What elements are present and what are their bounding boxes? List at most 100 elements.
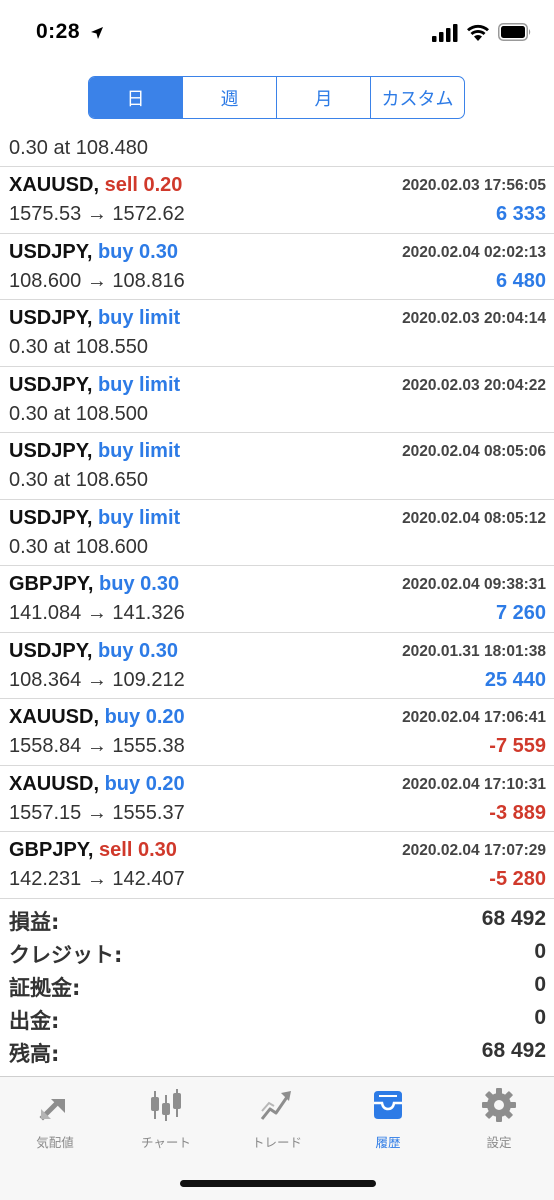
order-profit: 6 480	[495, 269, 546, 292]
list-item[interactable]: XAUUSD, sell 0.20 2020.02.03 17:56:05 1575…	[0, 167, 554, 234]
summary-value: 68 492	[481, 907, 546, 930]
tab-label: 履歴	[375, 1135, 401, 1150]
battery-icon	[498, 23, 531, 41]
list-item[interactable]: USDJPY, buy limit 2020.02.04 08:05:12 0.30…	[0, 500, 554, 566]
settings-icon	[482, 1088, 516, 1122]
order-title: GBPJPY, buy 0.30	[9, 573, 179, 596]
segment-day[interactable]: 日	[89, 77, 183, 118]
order-title: USDJPY, buy 0.30	[9, 241, 178, 264]
history-icon	[374, 1091, 402, 1119]
tab-label: チャート	[141, 1135, 191, 1150]
order-time: 2020.02.04 08:05:06	[402, 443, 546, 460]
tab-trade[interactable]: トレード	[222, 1077, 332, 1157]
summary-label: 損益:	[9, 910, 60, 934]
order-symbol: XAUUSD,	[9, 174, 100, 196]
list-item[interactable]: XAUUSD, buy 0.20 2020.02.04 17:06:41 1558.…	[0, 699, 554, 766]
status-bar: 0:28	[0, 0, 554, 66]
list-item[interactable]: USDJPY, buy limit 2020.02.03 20:04:22 0.30…	[0, 367, 554, 433]
order-title: USDJPY, buy 0.30	[9, 640, 178, 663]
summary-value: 68 492	[481, 1039, 546, 1062]
list-item[interactable]: XAUUSD, buy 0.20 2020.02.04 17:10:31 1557.…	[0, 766, 554, 832]
order-title: USDJPY, buy limit	[9, 374, 180, 397]
summary-value: 0	[534, 973, 546, 996]
order-symbol: USDJPY,	[9, 373, 93, 396]
order-symbol: USDJPY,	[9, 639, 93, 662]
summary-label: 出金:	[9, 1009, 60, 1033]
order-title: XAUUSD, buy 0.20	[9, 773, 185, 796]
period-segmented-control: 日 週 月 カスタム	[88, 76, 465, 119]
order-time: 2020.02.04 02:02:13	[402, 243, 546, 261]
tab-chart[interactable]: チャート	[111, 1077, 221, 1157]
order-detail: 108.364 → 109.212	[9, 668, 185, 691]
summary-row: 損益: 68 492	[0, 902, 554, 935]
order-profit: -3 889	[489, 801, 546, 824]
order-detail: 141.084 → 141.326	[9, 602, 185, 624]
chart-icon	[151, 1089, 181, 1121]
order-symbol: USDJPY,	[9, 440, 93, 462]
home-indicator	[180, 1180, 376, 1187]
cellular-signal-icon	[432, 24, 458, 42]
order-side: buy 0.30	[97, 639, 178, 662]
wifi-icon	[467, 24, 489, 41]
quotes-icon	[39, 1099, 65, 1121]
segment-custom[interactable]: カスタム	[371, 77, 464, 118]
order-detail: 1557.15 → 1555.37	[9, 801, 185, 824]
list-item[interactable]: GBPJPY, sell 0.30 2020.02.04 17:07:29 142.…	[0, 832, 554, 899]
order-symbol: XAUUSD,	[9, 706, 100, 728]
order-detail: 108.600 → 108.816	[9, 269, 185, 292]
order-side: buy limit	[97, 373, 181, 396]
list-item[interactable]: USDJPY, buy 0.30 2020.01.31 18:01:38 108.3…	[0, 633, 554, 699]
list-item[interactable]: USDJPY, buy limit 2020.02.04 08:05:06 0.30…	[0, 433, 554, 500]
account-summary: 損益: 68 492 クレジット: 0 証拠金: 0 出金: 0 残高: 68 492	[0, 902, 554, 1067]
list-item[interactable]: 0.30 at 108.480	[0, 131, 554, 167]
tab-history[interactable]: 履歴	[333, 1077, 443, 1157]
order-symbol: USDJPY,	[9, 307, 93, 329]
order-time: 2020.02.04 09:38:31	[402, 576, 546, 593]
tab-settings[interactable]: 設定	[444, 1077, 554, 1157]
order-side: buy limit	[97, 440, 181, 462]
order-detail: 0.30 at 108.650	[9, 469, 149, 491]
order-time: 2020.02.04 17:06:41	[402, 709, 546, 726]
list-item[interactable]: USDJPY, buy 0.30 2020.02.04 02:02:13 108.6…	[0, 234, 554, 300]
order-time: 2020.02.04 17:10:31	[402, 775, 546, 793]
tab-label: 設定	[486, 1135, 512, 1150]
tab-quotes[interactable]: 気配値	[0, 1077, 110, 1157]
summary-value: 0	[534, 940, 546, 963]
list-item[interactable]: GBPJPY, buy 0.30 2020.02.04 09:38:31 141.0…	[0, 566, 554, 633]
summary-label: クレジット:	[9, 943, 123, 967]
summary-row: 出金: 0	[0, 1001, 554, 1034]
tab-label: トレード	[251, 1135, 302, 1150]
order-detail: 0.30 at 108.480	[9, 137, 149, 159]
order-detail: 142.231 → 142.407	[9, 868, 185, 890]
status-time: 0:28	[36, 20, 81, 43]
segment-month[interactable]: 月	[277, 77, 371, 118]
order-title: XAUUSD, buy 0.20	[9, 706, 185, 729]
order-detail: 0.30 at 108.500	[9, 402, 149, 425]
segment-week[interactable]: 週	[183, 77, 277, 118]
summary-row: 証拠金: 0	[0, 968, 554, 1001]
order-side: buy 0.30	[97, 240, 178, 263]
summary-row: 残高: 68 492	[0, 1034, 554, 1067]
order-side: buy 0.20	[104, 772, 185, 795]
order-title: USDJPY, buy limit	[9, 440, 180, 463]
order-side: buy limit	[97, 506, 181, 529]
order-detail: 1575.53 → 1572.62	[9, 203, 185, 225]
order-profit: -7 559	[489, 735, 546, 757]
summary-row: クレジット: 0	[0, 935, 554, 968]
order-title: GBPJPY, sell 0.30	[9, 839, 177, 862]
order-profit: 25 440	[484, 668, 546, 691]
order-side: buy 0.30	[99, 573, 180, 595]
order-title: USDJPY, buy limit	[9, 507, 180, 530]
location-arrow-icon	[91, 27, 103, 39]
order-symbol: XAUUSD,	[9, 772, 100, 795]
order-profit: 6 333	[495, 203, 546, 225]
summary-value: 0	[534, 1006, 546, 1029]
list-item[interactable]: USDJPY, buy limit 2020.02.03 20:04:14 0.30…	[0, 300, 554, 367]
order-time: 2020.02.03 17:56:05	[402, 177, 546, 194]
order-time: 2020.02.04 08:05:12	[402, 509, 546, 527]
trade-icon	[260, 1091, 291, 1120]
order-time: 2020.02.04 17:07:29	[402, 842, 546, 859]
order-side: sell 0.30	[99, 839, 177, 861]
order-side: buy limit	[97, 307, 181, 329]
order-detail: 0.30 at 108.550	[9, 336, 149, 358]
